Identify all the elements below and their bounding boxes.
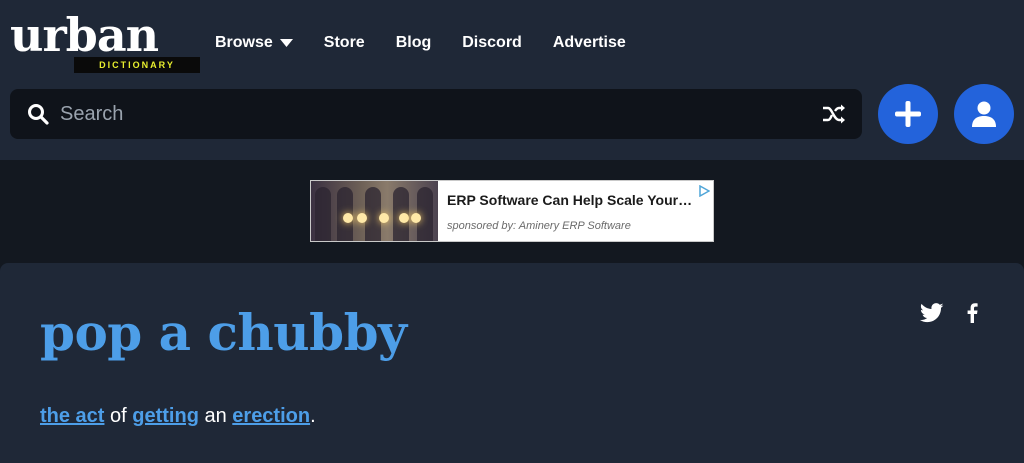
- definition-link-erection[interactable]: erection: [232, 405, 310, 427]
- facebook-icon[interactable]: [966, 303, 978, 323]
- add-definition-button[interactable]: [878, 84, 938, 144]
- user-account-button[interactable]: [954, 84, 1014, 144]
- logo-subtitle: DICTIONARY: [74, 57, 200, 73]
- definition-text-segment: .: [310, 405, 316, 427]
- shuffle-icon[interactable]: [822, 103, 846, 125]
- ad-title[interactable]: ERP Software Can Help Scale Your…: [447, 192, 703, 208]
- chevron-down-icon: [279, 39, 293, 47]
- nav-browse-label: Browse: [215, 34, 273, 51]
- ad-sponsor: sponsored by: Aminery ERP Software: [447, 220, 631, 232]
- twitter-icon[interactable]: [920, 303, 944, 323]
- nav-store[interactable]: Store: [324, 34, 365, 52]
- logo-wordmark: urban: [10, 8, 159, 62]
- site-header: urban DICTIONARY Browse Store Blog Disco…: [0, 0, 1024, 160]
- nav-browse[interactable]: Browse: [215, 34, 293, 52]
- user-icon: [972, 101, 996, 127]
- nav-discord[interactable]: Discord: [462, 34, 522, 52]
- word-title[interactable]: pop a chubby: [40, 303, 407, 363]
- search-icon: [28, 104, 49, 125]
- definition-text: the act of getting an erection.: [40, 405, 316, 428]
- definition-link-the-act[interactable]: the act: [40, 405, 104, 427]
- definition-card: pop a chubby the act of getting an erect…: [0, 263, 1024, 463]
- definition-link-getting[interactable]: getting: [132, 405, 199, 427]
- search-input[interactable]: [60, 97, 800, 131]
- definition-text-segment: an: [198, 405, 233, 427]
- nav-blog[interactable]: Blog: [396, 34, 432, 52]
- ad-choices-icon[interactable]: [698, 185, 710, 197]
- plus-icon: [895, 101, 921, 127]
- definition-text-segment: of: [104, 405, 133, 427]
- sponsored-ad[interactable]: ERP Software Can Help Scale Your… sponso…: [310, 180, 714, 242]
- urban-dictionary-logo[interactable]: urban DICTIONARY: [10, 10, 202, 74]
- main-nav: Browse Store Blog Discord Advertise: [215, 31, 657, 55]
- nav-advertise[interactable]: Advertise: [553, 34, 626, 52]
- search-bar: [10, 89, 862, 139]
- ad-image: [311, 181, 438, 241]
